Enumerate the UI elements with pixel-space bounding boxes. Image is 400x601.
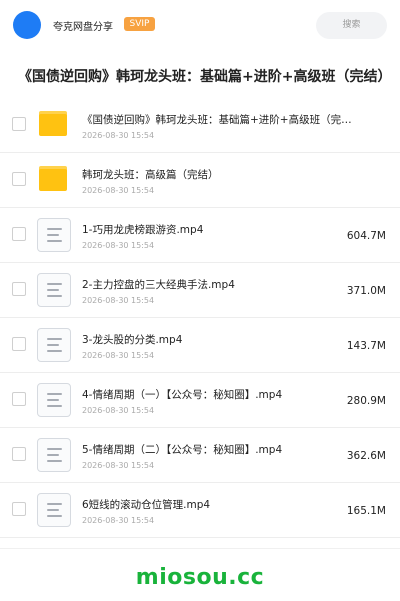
document-icon bbox=[37, 438, 71, 472]
document-icon bbox=[37, 328, 71, 362]
row-checkbox[interactable] bbox=[12, 172, 26, 186]
document-icon bbox=[37, 383, 71, 417]
document-icon bbox=[37, 493, 71, 527]
file-name: 《国债逆回购》韩珂龙头班：基础篇+进阶+高级班（完… bbox=[82, 114, 352, 126]
watermark-text: miosou.cc bbox=[135, 565, 265, 590]
row-checkbox[interactable] bbox=[12, 227, 26, 241]
file-row[interactable]: 4-情绪周期（一）【公众号：秘知圈】.mp4 2026-08-30 15:54 … bbox=[0, 373, 400, 428]
file-date: 2026-08-30 15:54 bbox=[82, 351, 155, 360]
footer: miosou.cc bbox=[0, 548, 400, 601]
file-row[interactable]: 1-巧用龙虎榜跟游资.mp4 2026-08-30 15:54 604.7M bbox=[0, 208, 400, 263]
folder-icon bbox=[38, 163, 70, 195]
page-title: 《国债逆回购》韩珂龙头班：基础篇+进阶+高级班（完结） bbox=[18, 69, 392, 85]
file-name: 5-情绪周期（二）【公众号：秘知圈】.mp4 bbox=[82, 444, 283, 456]
file-size: 604.7M bbox=[346, 230, 386, 242]
file-date: 2026-08-30 15:54 bbox=[82, 406, 155, 415]
file-name: 2-主力控盘的三大经典手法.mp4 bbox=[82, 279, 235, 291]
file-date: 2026-08-30 15:54 bbox=[82, 186, 155, 195]
file-date: 2026-08-30 15:54 bbox=[82, 241, 155, 250]
file-row[interactable]: 韩珂龙头班：高级篇（完结） 2026-08-30 15:54 bbox=[0, 153, 400, 208]
row-checkbox[interactable] bbox=[12, 392, 26, 406]
file-date: 2026-08-30 15:54 bbox=[82, 461, 155, 470]
file-row[interactable]: 5-情绪周期（二）【公众号：秘知圈】.mp4 2026-08-30 15:54 … bbox=[0, 428, 400, 483]
document-icon bbox=[37, 218, 71, 252]
file-size: 165.1M bbox=[346, 505, 386, 517]
file-row[interactable]: 6短线的滚动仓位管理.mp4 2026-08-30 15:54 165.1M bbox=[0, 483, 400, 538]
file-row[interactable]: 《国债逆回购》韩珂龙头班：基础篇+进阶+高级班（完… 2026-08-30 15… bbox=[0, 98, 400, 153]
app-name: 夸克网盘分享 bbox=[53, 22, 113, 33]
file-name: 3-龙头股的分类.mp4 bbox=[82, 334, 183, 346]
file-date: 2026-08-30 15:54 bbox=[82, 296, 155, 305]
row-checkbox[interactable] bbox=[12, 502, 26, 516]
row-checkbox[interactable] bbox=[12, 282, 26, 296]
file-row[interactable]: 3-龙头股的分类.mp4 2026-08-30 15:54 143.7M bbox=[0, 318, 400, 373]
file-size: 280.9M bbox=[346, 395, 386, 407]
row-checkbox[interactable] bbox=[12, 447, 26, 461]
header-bar: 夸克网盘分享 SVIP 搜索 bbox=[0, 0, 400, 52]
file-size: 143.7M bbox=[346, 340, 386, 352]
file-size: 362.6M bbox=[346, 450, 386, 462]
file-row[interactable]: 2-主力控盘的三大经典手法.mp4 2026-08-30 15:54 371.0… bbox=[0, 263, 400, 318]
row-checkbox[interactable] bbox=[12, 117, 26, 131]
file-name: 1-巧用龙虎榜跟游资.mp4 bbox=[82, 224, 204, 236]
file-list: 《国债逆回购》韩珂龙头班：基础篇+进阶+高级班（完… 2026-08-30 15… bbox=[0, 98, 400, 538]
folder-icon bbox=[38, 108, 70, 140]
file-date: 2026-08-30 15:54 bbox=[82, 131, 155, 140]
avatar[interactable] bbox=[13, 11, 41, 39]
file-size: 371.0M bbox=[346, 285, 386, 297]
file-name: 6短线的滚动仓位管理.mp4 bbox=[82, 499, 211, 511]
vip-badge: SVIP bbox=[124, 17, 155, 31]
search-button[interactable]: 搜索 bbox=[316, 12, 387, 39]
file-date: 2026-08-30 15:54 bbox=[82, 516, 155, 525]
file-name: 韩珂龙头班：高级篇（完结） bbox=[82, 169, 219, 181]
row-checkbox[interactable] bbox=[12, 337, 26, 351]
document-icon bbox=[37, 273, 71, 307]
file-name: 4-情绪周期（一）【公众号：秘知圈】.mp4 bbox=[82, 389, 283, 401]
title-bar: 《国债逆回购》韩珂龙头班：基础篇+进阶+高级班（完结） bbox=[0, 52, 400, 99]
